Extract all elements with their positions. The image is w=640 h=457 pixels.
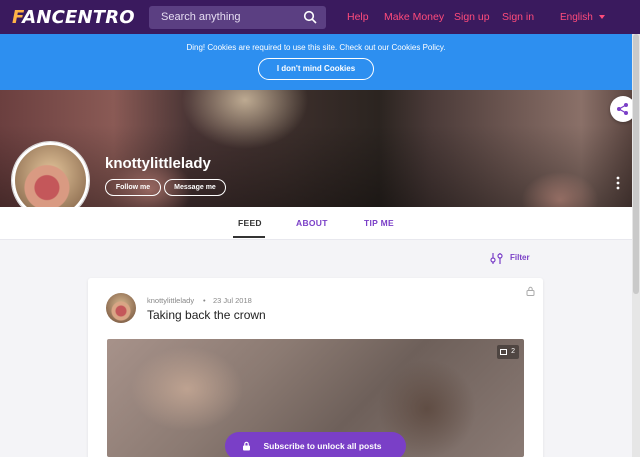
cookie-message: Ding! Cookies are required to use this s… (186, 43, 446, 52)
more-options-icon[interactable] (616, 176, 620, 190)
page-scrollbar[interactable] (632, 34, 640, 457)
cover-shade (0, 90, 632, 207)
nav-sign-in-link[interactable]: Sign in (502, 11, 534, 23)
tab-about[interactable]: ABOUT (296, 218, 328, 228)
cover-photo (0, 90, 632, 207)
lock-icon (243, 441, 250, 451)
language-label: English (560, 12, 593, 23)
fancentro-logo[interactable]: FANCENTRO (12, 7, 135, 28)
post-author-avatar[interactable] (106, 293, 136, 323)
filter-label: Filter (510, 253, 530, 262)
post-date: 23 Jul 2018 (213, 296, 252, 305)
filter-icon (490, 253, 503, 264)
profile-username: knottylittlelady (105, 155, 211, 172)
tab-tip-me[interactable]: TIP ME (364, 218, 394, 228)
accept-cookies-button[interactable]: I don't mind Cookies (258, 58, 374, 80)
active-tab-indicator (233, 236, 265, 238)
search-placeholder: Search anything (161, 11, 241, 23)
post-title[interactable]: Taking back the crown (147, 308, 266, 322)
tab-feed[interactable]: FEED (238, 218, 262, 228)
nav-sign-up-link[interactable]: Sign up (454, 11, 490, 23)
subscribe-button[interactable]: Subscribe to unlock all posts (225, 432, 406, 457)
chevron-down-icon (598, 15, 605, 20)
nav-help-link[interactable]: Help (347, 11, 369, 23)
post-author[interactable]: knottylittlelady (147, 296, 194, 305)
search-icon[interactable] (303, 10, 317, 24)
scrollbar-thumb[interactable] (633, 34, 639, 294)
message-button[interactable]: Message me (164, 179, 226, 196)
nav-make-money-link[interactable]: Make Money (384, 11, 444, 23)
search-input[interactable]: Search anything (149, 6, 326, 29)
image-icon (500, 349, 507, 355)
language-selector[interactable]: English (560, 12, 605, 23)
lock-icon (526, 286, 535, 296)
cookie-banner: Ding! Cookies are required to use this s… (0, 34, 632, 90)
post-meta-separator: • (203, 296, 206, 305)
follow-button[interactable]: Follow me (105, 179, 161, 196)
profile-tabs: FEED ABOUT TIP ME (0, 207, 632, 240)
